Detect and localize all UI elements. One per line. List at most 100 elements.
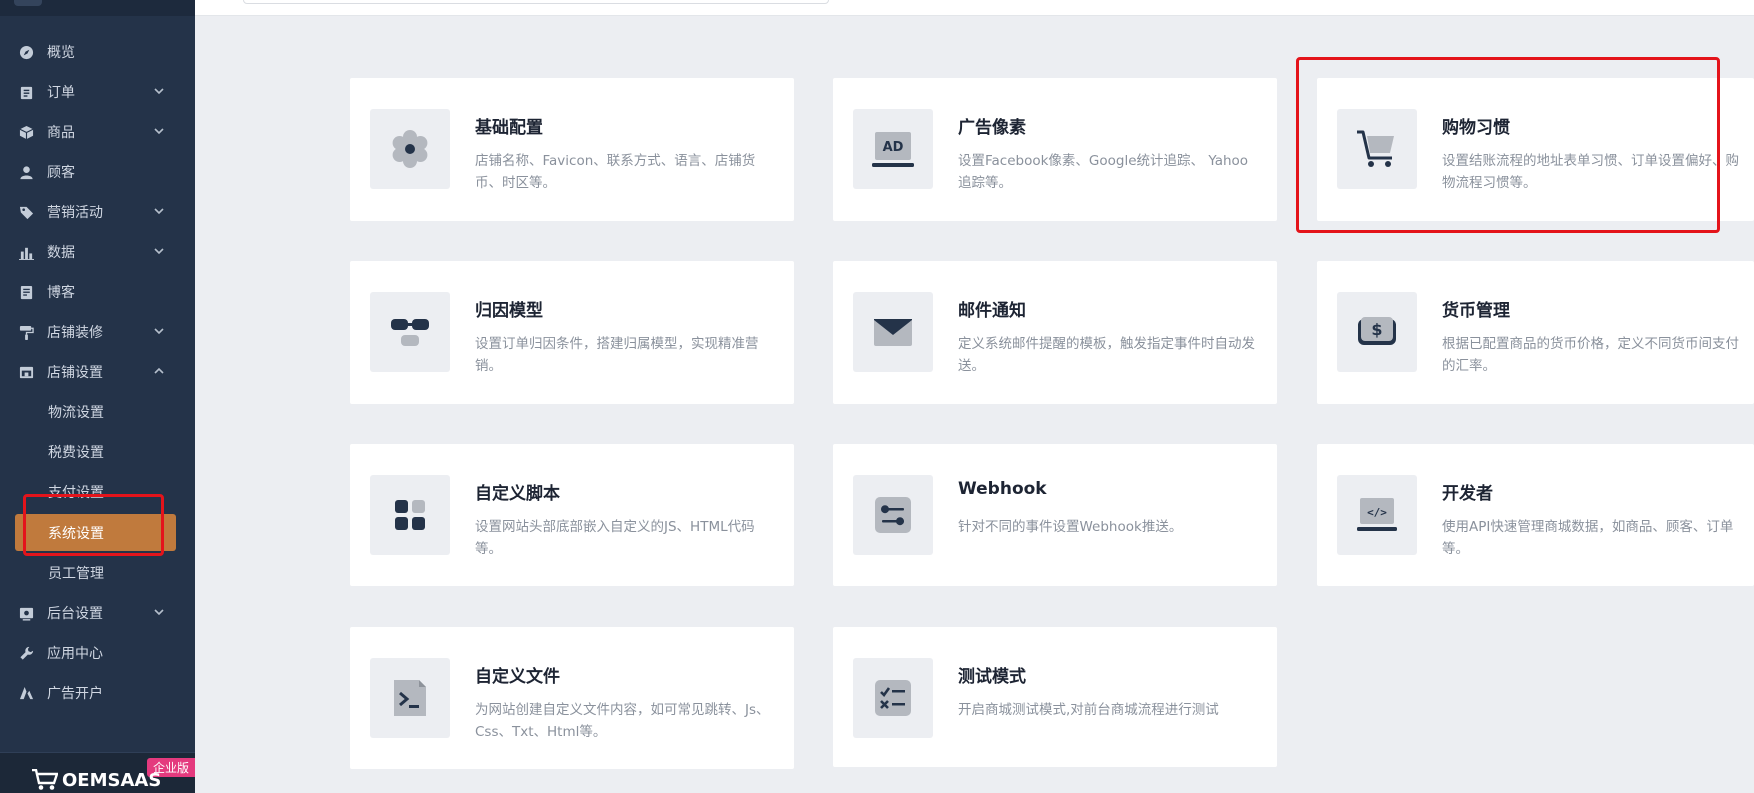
sidebar-item-data[interactable]: 数据 xyxy=(0,232,195,272)
cart-icon xyxy=(1357,130,1394,167)
sidebar-item-customers[interactable]: 顾客 xyxy=(0,152,195,192)
chevron-down-icon xyxy=(153,125,165,137)
card-custom-file[interactable]: 自定义文件 为网站创建自定义文件内容，如可常见跳转、Js、Css、Txt、Htm… xyxy=(350,627,794,769)
sidebar-item-decoration[interactable]: 店铺装修 xyxy=(0,312,195,352)
sidebar-item-store-settings[interactable]: 店铺设置 xyxy=(0,352,195,392)
sidebar-item-overview[interactable]: 概览 xyxy=(0,32,195,72)
card-currency-management[interactable]: $ 货币管理 根据已配置商品的货币价格，定义不同货币间支付的汇率。 xyxy=(1317,261,1754,404)
brand-footer: 企业版 OEMSAAS xyxy=(0,752,195,793)
test-mode-icon xyxy=(875,680,911,716)
card-icon-box: $ xyxy=(1337,292,1417,372)
card-attribution-model[interactable]: 归因模型 设置订单归因条件，搭建归属模型，实现精准营销。 xyxy=(350,261,794,404)
card-description: 针对不同的事件设置Webhook推送。 xyxy=(958,519,1183,535)
sidebar-subitem-label: 系统设置 xyxy=(48,525,104,542)
card-title: 开发者 xyxy=(1442,484,1493,504)
card-developer[interactable]: </> 开发者 使用API快速管理商城数据，如商品、顾客、订单等。 xyxy=(1317,444,1754,586)
wrench-icon xyxy=(18,645,34,661)
sidebar-item-label: 店铺设置 xyxy=(47,365,103,381)
chevron-down-icon xyxy=(153,606,165,618)
webhook-icon xyxy=(875,497,911,533)
gear-icon xyxy=(392,130,428,168)
sidebar-item-marketing[interactable]: 营销活动 xyxy=(0,192,195,232)
sidebar-item-label: 概览 xyxy=(47,45,75,61)
terminal-file-icon xyxy=(394,680,426,716)
sidebar-item-label: 商品 xyxy=(47,125,75,141)
sidebar-item-label: 应用中心 xyxy=(47,646,103,662)
ads-icon xyxy=(18,685,34,701)
sidebar-subitem-label: 支付设置 xyxy=(48,485,104,501)
tag-icon xyxy=(18,204,34,220)
sidebar-item-products[interactable]: 商品 xyxy=(0,112,195,152)
attribution-icon xyxy=(391,319,429,346)
currency-icon-text: $ xyxy=(1371,320,1382,339)
sidebar-subitem-label: 税费设置 xyxy=(48,445,104,461)
sidebar-item-label: 博客 xyxy=(47,285,75,301)
card-ad-pixel[interactable]: AD 广告像素 设置Facebook像素、Google统计追踪、 Yahoo追踪… xyxy=(833,78,1277,221)
card-icon-box xyxy=(370,475,450,555)
card-test-mode[interactable]: 测试模式 开启商城测试模式,对前台商城流程进行测试 xyxy=(833,627,1277,767)
sidebar-subitem-label: 物流设置 xyxy=(48,405,104,421)
logo-placeholder xyxy=(14,0,42,6)
ad-pixel-icon: AD xyxy=(872,132,914,167)
developer-icon: </> xyxy=(1357,498,1397,531)
card-icon-box xyxy=(370,292,450,372)
sidebar-item-label: 数据 xyxy=(47,245,75,261)
chevron-down-icon xyxy=(153,205,165,217)
user-icon xyxy=(18,164,34,180)
card-title: 测试模式 xyxy=(958,667,1026,687)
chevron-down-icon xyxy=(153,325,165,337)
sidebar-item-ads-account[interactable]: 广告开户 xyxy=(0,673,195,713)
card-icon-box xyxy=(853,658,933,738)
card-icon-box xyxy=(1337,109,1417,189)
brand-logo[interactable]: OEMSAAS xyxy=(32,769,161,791)
card-description: 定义系统邮件提醒的模板，触发指定事件时自动发送。 xyxy=(958,336,1255,374)
card-title: Webhook xyxy=(958,479,1047,499)
card-icon-box xyxy=(853,475,933,555)
sidebar-nav: 概览 订单 商品 顾客 营销活动 数据 博客 店铺装修 店铺设置 物流设置 税费… xyxy=(0,32,195,713)
card-shopping-habits[interactable]: 购物习惯 设置结账流程的地址表单习惯、订单设置偏好、购物流程习惯等。 xyxy=(1317,78,1754,221)
sidebar-subitem-label: 员工管理 xyxy=(48,566,104,582)
sidebar-subitem-shipping[interactable]: 物流设置 xyxy=(0,392,195,432)
card-description: 根据已配置商品的货币价格，定义不同货币间支付的汇率。 xyxy=(1442,336,1739,374)
chevron-up-icon xyxy=(153,365,165,377)
card-description: 为网站创建自定义文件内容，如可常见跳转、Js、Css、Txt、Html等。 xyxy=(475,702,770,740)
dashboard-icon xyxy=(18,44,34,60)
card-title: 广告像素 xyxy=(958,118,1026,138)
top-bar xyxy=(195,0,1754,16)
card-webhook[interactable]: Webhook 针对不同的事件设置Webhook推送。 xyxy=(833,444,1277,586)
card-title: 货币管理 xyxy=(1442,301,1510,321)
card-basic-config[interactable]: 基础配置 店铺名称、Favicon、联系方式、语言、店铺货币、时区等。 xyxy=(350,78,794,221)
sidebar-item-label: 后台设置 xyxy=(47,606,103,622)
chevron-down-icon xyxy=(153,245,165,257)
chart-icon xyxy=(18,244,34,260)
card-title: 邮件通知 xyxy=(958,301,1026,321)
card-icon-box xyxy=(370,658,450,738)
card-icon-box: </> xyxy=(1337,475,1417,555)
sidebar-subitem-tax[interactable]: 税费设置 xyxy=(0,432,195,472)
card-description: 设置订单归因条件，搭建归属模型，实现精准营销。 xyxy=(475,336,759,374)
sidebar-item-admin-settings[interactable]: 后台设置 xyxy=(0,593,195,633)
sidebar-subitem-payment[interactable]: 支付设置 xyxy=(0,472,195,512)
card-description: 使用API快速管理商城数据，如商品、顾客、订单等。 xyxy=(1442,519,1734,557)
sidebar-subitem-system-settings[interactable]: 系统设置 xyxy=(15,514,176,551)
sidebar-item-orders[interactable]: 订单 xyxy=(0,72,195,112)
mail-icon xyxy=(874,319,912,346)
card-title: 归因模型 xyxy=(475,301,543,321)
sidebar: 概览 订单 商品 顾客 营销活动 数据 博客 店铺装修 店铺设置 物流设置 税费… xyxy=(0,0,195,793)
currency-icon: $ xyxy=(1358,317,1396,345)
card-custom-script[interactable]: 自定义脚本 设置网站头部底部嵌入自定义的JS、HTML代码等。 xyxy=(350,444,794,586)
script-icon xyxy=(395,500,425,530)
sidebar-header xyxy=(0,0,195,16)
cart-logo-icon xyxy=(32,769,58,790)
card-title: 自定义文件 xyxy=(475,667,560,687)
sidebar-item-app-center[interactable]: 应用中心 xyxy=(0,633,195,673)
card-email-notification[interactable]: 邮件通知 定义系统邮件提醒的模板，触发指定事件时自动发送。 xyxy=(833,261,1277,404)
sidebar-subitem-staff[interactable]: 员工管理 xyxy=(0,553,195,593)
card-title: 购物习惯 xyxy=(1442,118,1510,138)
chevron-down-icon xyxy=(153,85,165,97)
developer-icon-text: </> xyxy=(1367,506,1387,519)
sidebar-item-label: 订单 xyxy=(47,85,75,101)
search-input[interactable] xyxy=(243,0,829,4)
card-icon-box xyxy=(853,292,933,372)
sidebar-item-blog[interactable]: 博客 xyxy=(0,272,195,312)
